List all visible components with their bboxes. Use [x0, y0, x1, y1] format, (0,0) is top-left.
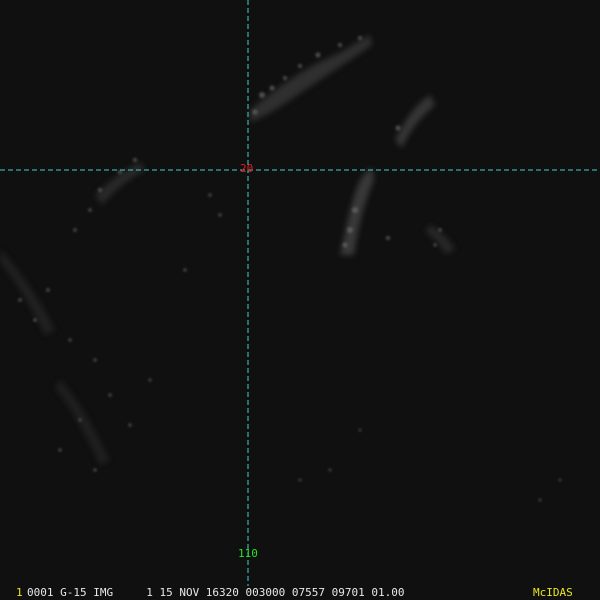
- status-text: 0001 G-15 IMG 1 15 NOV 16320 003000 0755…: [27, 586, 405, 599]
- mcidas-brand: McIDAS: [533, 586, 573, 599]
- satellite-image: [0, 0, 600, 600]
- frame-number: 1: [16, 586, 23, 599]
- longitude-label: 110: [238, 547, 258, 560]
- latitude-label: 20: [240, 162, 254, 175]
